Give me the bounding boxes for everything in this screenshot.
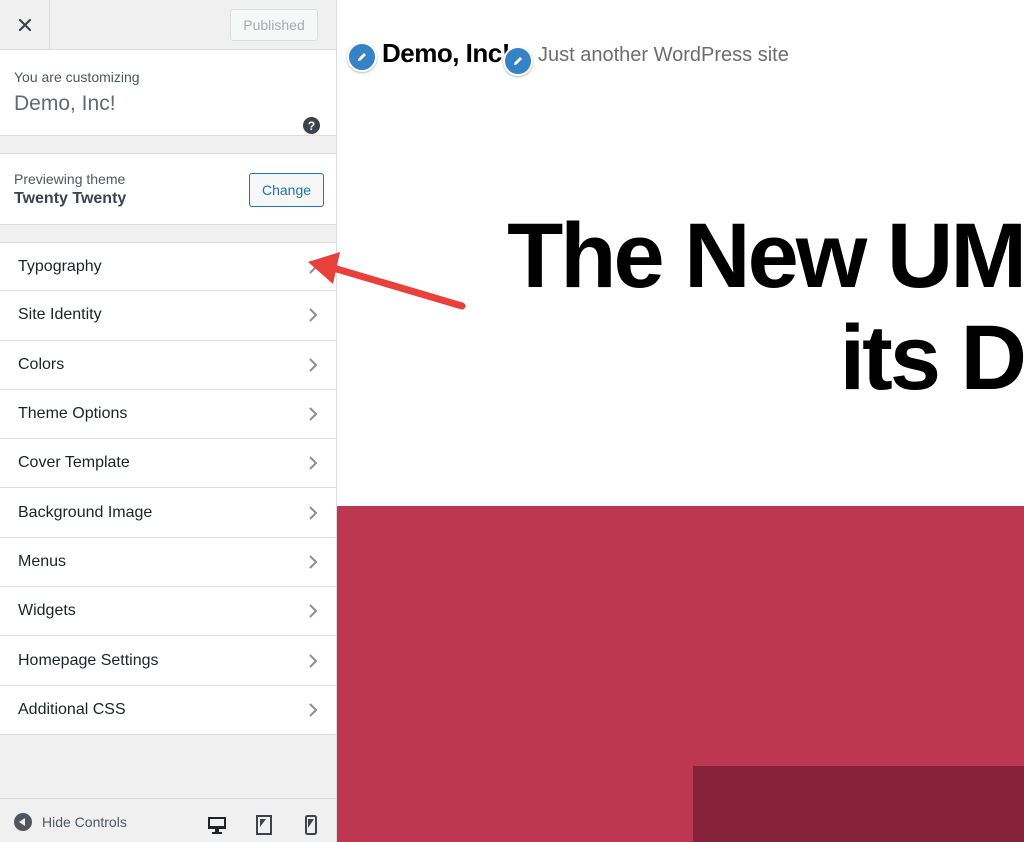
theme-preview-box: Previewing theme Twenty Twenty Change xyxy=(0,153,336,225)
published-button[interactable]: Published xyxy=(230,9,318,41)
tablet-preview-button[interactable] xyxy=(254,815,274,835)
tablet-icon xyxy=(256,815,272,835)
chevron-right-icon xyxy=(309,604,318,618)
help-icon[interactable]: ? xyxy=(303,117,320,134)
sidebar-header: Published xyxy=(0,0,336,50)
section-background-image[interactable]: Background Image xyxy=(0,488,336,538)
hide-controls-label: Hide Controls xyxy=(42,814,127,830)
pencil-icon xyxy=(358,53,366,61)
section-site-identity[interactable]: Site Identity xyxy=(0,291,336,341)
mobile-icon xyxy=(305,815,317,835)
collapse-arrow-icon xyxy=(14,813,32,831)
chevron-right-icon xyxy=(309,358,318,372)
pencil-icon xyxy=(514,57,522,65)
site-preview: Demo, Inc! Just another WordPress site T… xyxy=(337,0,1024,842)
edit-tagline-button[interactable] xyxy=(503,46,533,76)
section-menus[interactable]: Menus xyxy=(0,537,336,588)
hide-controls-button[interactable]: Hide Controls xyxy=(14,813,127,831)
desktop-icon xyxy=(208,817,226,834)
desktop-preview-button[interactable] xyxy=(207,815,227,835)
change-theme-button[interactable]: Change xyxy=(249,173,324,207)
chevron-right-icon xyxy=(309,505,318,520)
section-widgets[interactable]: Widgets xyxy=(0,587,336,637)
chevron-right-icon xyxy=(309,456,318,471)
section-label: Site Identity xyxy=(18,306,102,324)
theme-label: Previewing theme xyxy=(14,171,126,187)
customizing-label: You are customizing xyxy=(14,69,140,85)
edit-site-title-button[interactable] xyxy=(347,42,377,72)
section-homepage-settings[interactable]: Homepage Settings xyxy=(0,636,336,686)
section-colors[interactable]: Colors xyxy=(0,340,336,390)
cover-dark-block xyxy=(693,766,1024,842)
mobile-preview-button[interactable] xyxy=(301,815,321,835)
hero-line-2: its D xyxy=(839,307,1024,409)
chevron-right-icon xyxy=(309,703,318,717)
close-icon xyxy=(18,18,31,31)
section-label: Typography xyxy=(18,257,102,275)
customizer-sidebar: Published You are customizing Demo, Inc!… xyxy=(0,0,337,842)
chevron-right-icon xyxy=(309,653,318,668)
chevron-right-icon xyxy=(309,308,318,323)
theme-name: Twenty Twenty xyxy=(14,190,127,207)
preview-hero-heading: The New UM its D xyxy=(384,205,1024,409)
hero-line-1: The New UM xyxy=(507,205,1024,307)
close-button[interactable] xyxy=(0,0,50,49)
section-label: Cover Template xyxy=(18,454,130,472)
section-label: Homepage Settings xyxy=(18,651,159,669)
chevron-right-icon xyxy=(309,407,318,421)
chevron-right-icon xyxy=(309,555,318,569)
section-typography[interactable]: Typography xyxy=(0,242,336,292)
section-label: Menus xyxy=(18,552,67,570)
section-label: Colors xyxy=(18,355,65,373)
chevron-right-icon xyxy=(309,259,318,274)
section-cover-template[interactable]: Cover Template xyxy=(0,439,336,489)
preview-site-title[interactable]: Demo, Inc! xyxy=(382,38,510,69)
customizing-site-name: Demo, Inc! xyxy=(14,92,116,115)
section-theme-options[interactable]: Theme Options xyxy=(0,389,336,440)
section-label: Background Image xyxy=(18,503,153,521)
sidebar-footer: Hide Controls xyxy=(0,798,336,842)
section-label: Widgets xyxy=(18,602,76,620)
customizer-sections: Typography Site Identity Colors Theme Op… xyxy=(0,242,336,735)
section-label: Additional CSS xyxy=(18,700,126,718)
preview-tagline: Just another WordPress site xyxy=(538,44,789,66)
section-additional-css[interactable]: Additional CSS xyxy=(0,685,336,735)
section-label: Theme Options xyxy=(18,405,128,423)
customizing-info: You are customizing Demo, Inc! ? xyxy=(0,50,336,136)
